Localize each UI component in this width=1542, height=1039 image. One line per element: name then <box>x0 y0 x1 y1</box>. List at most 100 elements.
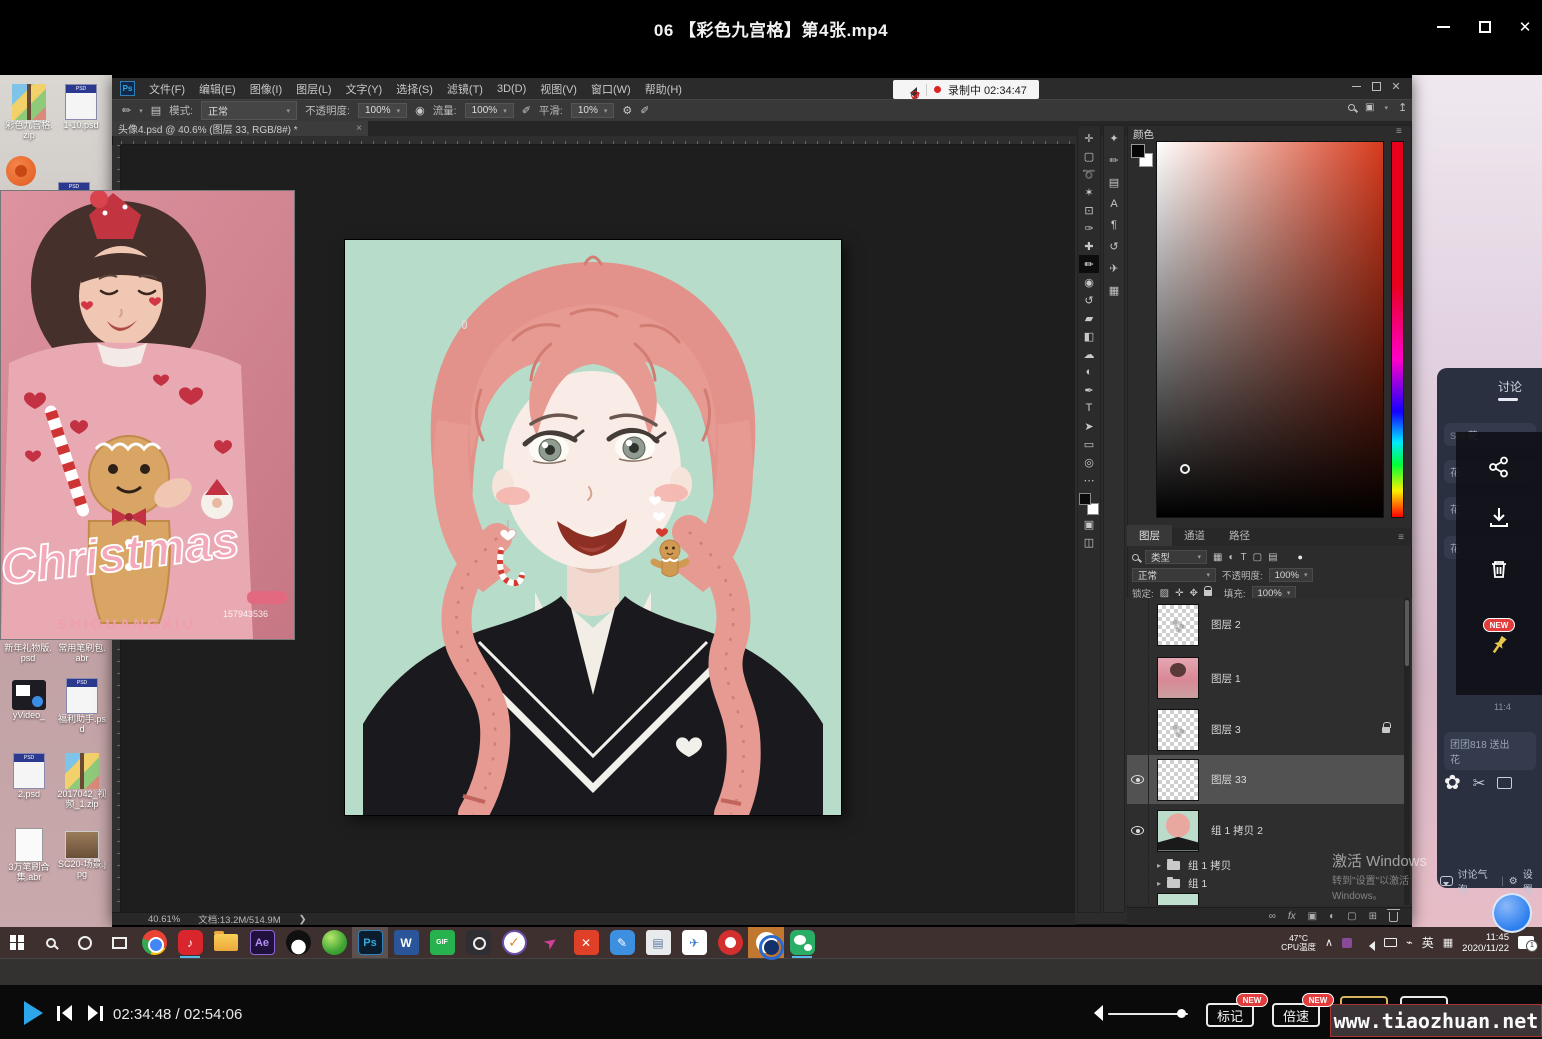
lock-pixels-icon[interactable]: ✛ <box>1175 588 1183 599</box>
desktop-icon-psd4[interactable]: 2.psd <box>4 753 54 799</box>
desktop-icon-jpg[interactable]: SC20-场景.jpg <box>56 828 108 879</box>
character-panel-icon[interactable]: A <box>1110 198 1117 210</box>
filter-toggle-icon[interactable]: ● <box>1298 552 1303 562</box>
pressure-size-icon[interactable]: ✐ <box>640 104 649 117</box>
move-tool[interactable]: ✛ <box>1079 129 1099 147</box>
menu-layer[interactable]: 图层(L) <box>296 81 331 97</box>
chevron-right-icon[interactable]: ▸ <box>1157 879 1161 888</box>
lock-position-icon[interactable]: ✥ <box>1189 588 1197 599</box>
volume-slider-knob[interactable] <box>1177 1009 1186 1018</box>
desktop-icon-video-app[interactable]: yVideo_ <box>4 680 54 720</box>
gear-icon[interactable]: ⚙ <box>1509 876 1518 887</box>
layer-thumbnail[interactable] <box>1157 657 1199 699</box>
tray-chevron-icon[interactable]: ∧ <box>1325 936 1333 949</box>
taskbar-icon-chrome[interactable] <box>136 927 172 958</box>
quick-mask-icon[interactable]: ▣ <box>1079 515 1099 533</box>
foreground-background-swatch[interactable] <box>1079 493 1099 515</box>
network-icon[interactable]: ⌁ <box>1406 936 1413 949</box>
layer-row[interactable]: 图层 2 <box>1127 598 1404 651</box>
touch-keyboard-icon[interactable]: ▦ <box>1443 936 1453 949</box>
taskbar-icon-todo[interactable]: ✓ <box>496 927 532 958</box>
brush-preview-icon[interactable]: ✏ <box>122 104 131 117</box>
visibility-cell[interactable] <box>1127 652 1149 704</box>
visibility-cell[interactable] <box>1127 755 1149 804</box>
color-gradient-field[interactable] <box>1156 141 1384 518</box>
ps-minimize-button[interactable] <box>1346 80 1366 93</box>
close-button[interactable]: ✕ <box>1508 14 1542 40</box>
chevron-right-icon[interactable]: ▸ <box>1157 861 1161 870</box>
zoom-level[interactable]: 40.61% <box>148 914 180 925</box>
color-foreground-swatch[interactable] <box>1131 144 1145 158</box>
menu-view[interactable]: 视图(V) <box>540 81 577 97</box>
settings-label[interactable]: 设置 <box>1523 866 1542 896</box>
image-icon[interactable] <box>1497 777 1512 789</box>
layer-mask-icon[interactable]: ▣ <box>1308 911 1317 922</box>
menu-type[interactable]: 文字(Y) <box>346 81 383 97</box>
desktop-icon-abr[interactable]: 3万笔刷合集.abr <box>4 828 54 882</box>
cpu-temp[interactable]: 47°CCPU温度 <box>1281 934 1316 952</box>
play-button[interactable] <box>24 1001 43 1025</box>
path-select-tool[interactable]: ➤ <box>1079 417 1099 435</box>
new-group-icon[interactable]: ▢ <box>1347 911 1356 922</box>
tray-app-icon[interactable] <box>1342 938 1352 948</box>
pin-icon[interactable] <box>1486 632 1512 658</box>
lasso-tool[interactable]: ➰ <box>1079 165 1099 183</box>
toggle-panel-icon[interactable]: ▤ <box>151 104 161 117</box>
menu-file[interactable]: 文件(F) <box>149 81 185 97</box>
filter-adjust-icon[interactable]: ◐ <box>1228 552 1234 563</box>
layer-row[interactable]: 组 1 拷贝 2 <box>1127 805 1404 856</box>
taskbar-icon-after-effects[interactable]: Ae <box>244 927 280 958</box>
layers-scrollbar-thumb[interactable] <box>1405 600 1409 666</box>
type-tool[interactable]: T <box>1079 399 1099 417</box>
flower-icon[interactable]: ✿ <box>1444 770 1461 795</box>
link-layers-icon[interactable]: ∞ <box>1269 911 1276 922</box>
clone-source-icon[interactable]: ▤ <box>1109 176 1119 189</box>
filter-smart-icon[interactable]: ▤ <box>1268 552 1277 563</box>
desktop-icon-zip[interactable]: 彩色九宫格.zip <box>4 84 54 140</box>
clone-stamp-tool[interactable]: ◉ <box>1079 273 1099 291</box>
navigator-panel-icon[interactable]: ✈ <box>1109 262 1118 275</box>
menu-3d[interactable]: 3D(D) <box>497 83 526 95</box>
artwork-document[interactable] <box>345 240 841 815</box>
layer-thumbnail[interactable] <box>1157 759 1199 801</box>
taskbar-icon-notes[interactable]: ✎ <box>604 927 640 958</box>
previous-button[interactable] <box>57 1005 72 1021</box>
progress-bar[interactable] <box>0 958 1542 985</box>
ps-close-button[interactable]: ✕ <box>1386 80 1406 93</box>
menu-select[interactable]: 选择(S) <box>396 81 433 97</box>
crop-tool[interactable]: ⊡ <box>1079 201 1099 219</box>
eraser-tool[interactable]: ▰ <box>1079 309 1099 327</box>
menu-window[interactable]: 窗口(W) <box>591 81 631 97</box>
gradient-tool[interactable]: ◧ <box>1079 327 1099 345</box>
smudge-tool[interactable]: ☁ <box>1079 345 1099 363</box>
workspace-icon[interactable]: ▣ <box>1365 102 1374 113</box>
smooth-select[interactable]: 10%▾ <box>571 103 615 118</box>
minimize-button[interactable] <box>1426 14 1460 40</box>
screen-mode-icon[interactable]: ◫ <box>1079 533 1099 551</box>
visibility-cell[interactable] <box>1127 805 1149 856</box>
more-tools[interactable]: ⋯ <box>1079 471 1099 489</box>
avatar[interactable] <box>1492 893 1532 933</box>
bubble-toggle-label[interactable]: 讨论气泡 <box>1458 866 1497 896</box>
visibility-cell[interactable] <box>1127 875 1149 892</box>
layer-row[interactable]: 图层 3 <box>1127 705 1404 754</box>
start-button[interactable] <box>0 927 34 958</box>
desktop-icon-label[interactable]: 常用笔刷包.abr <box>56 643 108 663</box>
tab-channels[interactable]: 通道 <box>1172 525 1217 546</box>
pressure-opacity-icon[interactable]: ◉ <box>415 104 425 117</box>
desktop-icon-zip2[interactable]: 2017042_视频_1.zip <box>56 753 108 809</box>
delete-layer-icon[interactable] <box>1389 912 1398 922</box>
brush-settings-icon[interactable]: ✦ <box>1109 132 1118 145</box>
new-layer-icon[interactable]: ⊞ <box>1369 911 1377 922</box>
ps-maximize-button[interactable] <box>1366 80 1386 93</box>
menu-image[interactable]: 图像(I) <box>250 81 282 97</box>
shape-tool[interactable]: ▭ <box>1079 435 1099 453</box>
layer-blend-mode-select[interactable]: 正常▾ <box>1132 568 1216 582</box>
brushes-icon[interactable]: ✏ <box>1109 154 1118 167</box>
share-image-icon[interactable]: ↥ <box>1398 101 1407 114</box>
layer-row-selected[interactable]: 图层 33 <box>1127 755 1404 804</box>
volume-slider[interactable] <box>1108 1013 1188 1015</box>
ime-indicator[interactable]: 英 <box>1422 934 1434 951</box>
tab-layers[interactable]: 图层 <box>1127 525 1172 546</box>
desktop-icon-label[interactable]: 新年礼物版.psd <box>2 643 54 663</box>
